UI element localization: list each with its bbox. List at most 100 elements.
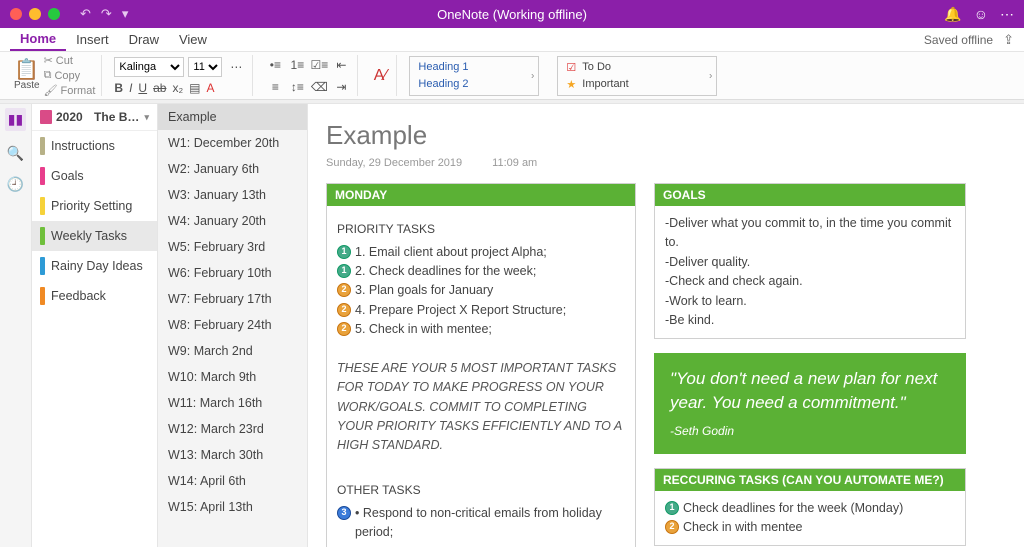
section-item[interactable]: Priority Setting	[32, 191, 157, 221]
page-item[interactable]: Example	[158, 104, 307, 130]
section-item[interactable]: Feedback	[32, 281, 157, 311]
notebooks-icon[interactable]: ▮▮	[5, 108, 26, 131]
app-title: OneNote (Working offline)	[437, 7, 587, 22]
tab-insert[interactable]: Insert	[66, 29, 119, 50]
font-size-select[interactable]: 11	[188, 57, 222, 77]
format-button[interactable]: 🖌Format	[44, 84, 96, 97]
section-label: Rainy Day Ideas	[51, 259, 143, 273]
face-icon[interactable]: ☺	[974, 6, 988, 23]
search-icon[interactable]: 🔍	[7, 145, 24, 162]
cut-label: Cut	[56, 55, 73, 67]
section-item[interactable]: Rainy Day Ideas	[32, 251, 157, 281]
minimize-window-icon[interactable]	[29, 8, 41, 20]
page-title[interactable]: Example	[326, 120, 1006, 151]
page-item[interactable]: W12: March 23rd	[158, 416, 307, 442]
recent-icon[interactable]: 🕘	[7, 176, 24, 193]
page-item[interactable]: W6: February 10th	[158, 260, 307, 286]
maximize-window-icon[interactable]	[48, 8, 60, 20]
page-item[interactable]: W1: December 20th	[158, 130, 307, 156]
bullets-button[interactable]: •≡	[265, 55, 285, 75]
goals-header: GOALS	[655, 184, 965, 206]
monday-card: MONDAY PRIORITY TASKS 11. Email client a…	[326, 183, 636, 547]
page-item[interactable]: W10: March 9th	[158, 364, 307, 390]
task-item: 24. Prepare Project X Report Structure;	[337, 301, 625, 320]
line-spacing-button[interactable]: ↕≡	[287, 77, 307, 97]
section-color-icon	[40, 287, 45, 305]
task-item: 23. Plan goals for January	[337, 281, 625, 300]
tags-group: ☑To Do ★Important ›	[551, 55, 723, 96]
page-item[interactable]: W4: January 20th	[158, 208, 307, 234]
outdent-button[interactable]: ⇤	[331, 55, 351, 75]
section-item[interactable]: Weekly Tasks	[32, 221, 157, 251]
page-content[interactable]: Example Sunday, 29 December 2019 11:09 a…	[308, 104, 1024, 547]
notebook-name: The Better Grind Weekly Career Planner	[94, 110, 140, 124]
customize-icon[interactable]: ▾	[122, 6, 129, 22]
page-item[interactable]: W3: January 13th	[158, 182, 307, 208]
redo-icon[interactable]: ↷	[101, 6, 112, 22]
menu-dots-icon[interactable]: ⋯	[1000, 6, 1014, 23]
page-item[interactable]: W2: January 6th	[158, 156, 307, 182]
bell-icon[interactable]: 🔔	[944, 6, 961, 23]
more-font-icon[interactable]: ⋯	[226, 57, 246, 77]
clear-format-button[interactable]: ⌫	[309, 77, 329, 97]
section-label: Weekly Tasks	[51, 229, 127, 243]
quote-text: "You don't need a new plan for next year…	[670, 367, 950, 415]
styles-extra-group: A⁄	[364, 55, 397, 96]
section-color-icon	[40, 167, 45, 185]
share-icon[interactable]: ⇪	[1003, 32, 1014, 48]
section-label: Feedback	[51, 289, 106, 303]
subscript-button[interactable]: x₂	[172, 81, 183, 95]
page-item[interactable]: W7: February 17th	[158, 286, 307, 312]
priority-badge-icon: 2	[337, 322, 351, 336]
tags-gallery[interactable]: ☑To Do ★Important ›	[557, 56, 717, 96]
page-item[interactable]: W15: April 13th	[158, 494, 307, 520]
indent-button[interactable]: ⇥	[331, 77, 351, 97]
undo-icon[interactable]: ↶	[80, 6, 91, 22]
left-icon-rail: ▮▮ 🔍 🕘	[0, 104, 32, 547]
bold-button[interactable]: B	[114, 81, 123, 95]
numbering-button[interactable]: 1≡	[287, 55, 307, 75]
page-item[interactable]: W8: February 24th	[158, 312, 307, 338]
close-window-icon[interactable]	[10, 8, 22, 20]
tab-draw[interactable]: Draw	[119, 29, 169, 50]
page-item[interactable]: W14: April 6th	[158, 468, 307, 494]
notebook-icon	[40, 110, 52, 124]
section-label: Goals	[51, 169, 84, 183]
paragraph-group: •≡ 1≡ ☑≡ ⇤ ≡ ↕≡ ⌫ ⇥	[259, 55, 358, 96]
quote-card: "You don't need a new plan for next year…	[654, 353, 966, 453]
checklist-button[interactable]: ☑≡	[309, 55, 329, 75]
page-item[interactable]: W13: March 30th	[158, 442, 307, 468]
notebook-header[interactable]: 2020 The Better Grind Weekly Career Plan…	[32, 104, 157, 131]
page-item[interactable]: W5: February 3rd	[158, 234, 307, 260]
tab-home[interactable]: Home	[10, 28, 66, 51]
tab-view[interactable]: View	[169, 29, 217, 50]
priority-tasks-header: PRIORITY TASKS	[337, 220, 625, 239]
italic-button[interactable]: I	[129, 81, 132, 95]
font-color-button[interactable]: A	[206, 81, 214, 95]
section-item[interactable]: Goals	[32, 161, 157, 191]
task-text: 4. Prepare Project X Report Structure;	[355, 301, 566, 320]
copy-button[interactable]: ⧉Copy	[44, 69, 96, 82]
styles-a-button[interactable]: A⁄	[370, 66, 390, 86]
highlight-button[interactable]: ▤	[189, 81, 200, 95]
copy-label: Copy	[54, 70, 80, 82]
task-text: 3. Plan goals for January	[355, 281, 493, 300]
align-left-button[interactable]: ≡	[265, 77, 285, 97]
quote-author: -Seth Godin	[670, 423, 950, 440]
underline-button[interactable]: U	[138, 81, 147, 95]
styles-gallery[interactable]: Heading 1 Heading 2 ›	[409, 56, 539, 96]
section-item[interactable]: Instructions	[32, 131, 157, 161]
font-name-select[interactable]: Kalinga	[114, 57, 184, 77]
task-item: 12. Check deadlines for the week;	[337, 262, 625, 281]
strike-button[interactable]: ab	[153, 81, 166, 95]
task-text: 1. Email client about project Alpha;	[355, 243, 547, 262]
paste-label: Paste	[14, 80, 40, 91]
task-text: Check deadlines for the week (Monday)	[683, 499, 903, 518]
page-item[interactable]: W9: March 2nd	[158, 338, 307, 364]
cut-button[interactable]: ✂Cut	[44, 54, 96, 67]
paste-button[interactable]: 📋 Paste	[14, 60, 40, 91]
page-list: ExampleW1: December 20thW2: January 6thW…	[158, 104, 308, 547]
page-item[interactable]: W11: March 16th	[158, 390, 307, 416]
recurring-card: RECCURING TASKS (CAN YOU AUTOMATE ME?) 1…	[654, 468, 966, 547]
notebook-year: 2020	[56, 110, 83, 124]
